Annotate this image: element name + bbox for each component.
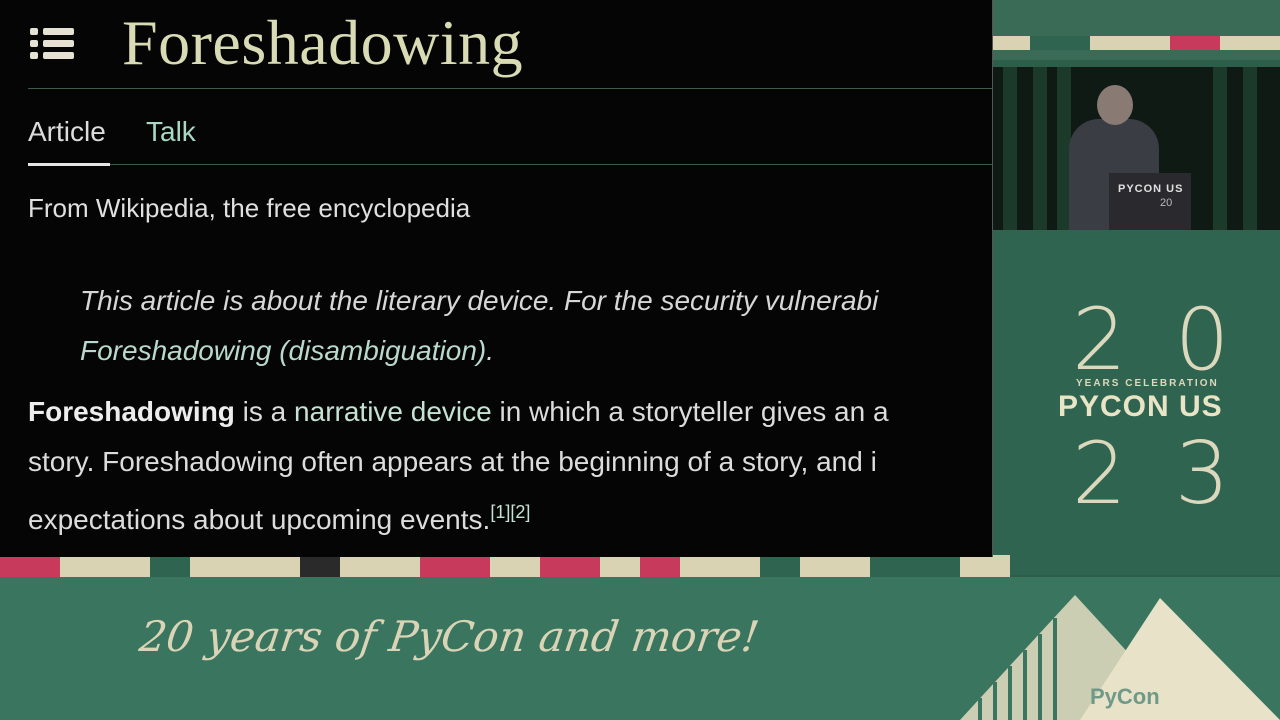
tabs-divider [110, 164, 992, 165]
menu-icon[interactable] [30, 26, 76, 62]
speaker-head [1097, 85, 1133, 125]
lead-line-3: expectations about upcoming events. [28, 504, 491, 535]
narrative-device-link[interactable]: narrative device [294, 396, 492, 427]
reference-links[interactable]: [1][2] [490, 502, 530, 522]
lead-paragraph: Foreshadowing is a narrative device in w… [28, 387, 889, 545]
podium [1109, 173, 1191, 230]
speaker-video: PYCON US 20 [993, 67, 1280, 230]
wikipedia-page: Foreshadowing Article Talk From Wikipedi… [0, 0, 993, 557]
lead-term: Foreshadowing [28, 396, 235, 427]
year-top: 20 [1072, 290, 1278, 390]
tab-article[interactable]: Article [28, 116, 106, 148]
bottom-pattern-band [0, 555, 1010, 577]
lead-text-a: is a [234, 396, 295, 427]
podium-number: 20 [1160, 197, 1173, 209]
hatnote-end: . [486, 335, 494, 366]
lead-line-2: story. Foreshadowing often appears at th… [28, 446, 877, 477]
year-bottom: 23 [1072, 424, 1278, 524]
page-title: Foreshadowing [122, 7, 524, 78]
site-tagline: From Wikipedia, the free encyclopedia [28, 193, 471, 223]
podium-label: PYCON US [1118, 183, 1184, 195]
active-tab-indicator [28, 163, 110, 166]
event-name: PYCON US [1058, 390, 1223, 423]
top-right-decoration [990, 0, 1280, 60]
footer-logo: PyCon [1090, 684, 1160, 709]
slogan: 20 years of PyCon and more! [136, 612, 763, 661]
title-divider [28, 88, 992, 89]
tab-talk[interactable]: Talk [146, 116, 196, 148]
disambiguation-link[interactable]: Foreshadowing (disambiguation) [80, 335, 486, 366]
years-celebration-label: YEARS CELEBRATION [1076, 378, 1219, 389]
hatnote: This article is about the literary devic… [80, 276, 878, 376]
lead-text-b: in which a storyteller gives an a [491, 396, 889, 427]
hatnote-text: This article is about the literary devic… [80, 285, 879, 316]
